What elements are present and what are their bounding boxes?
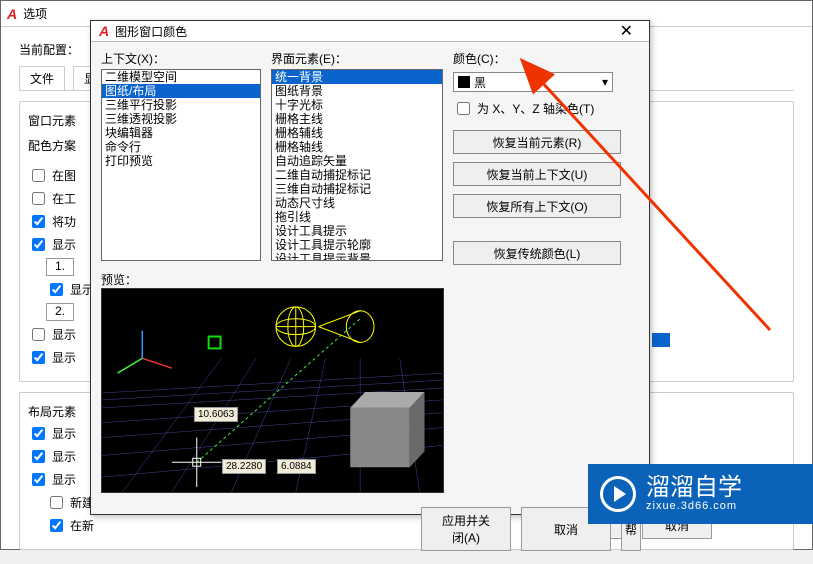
chk-l5[interactable] <box>50 519 63 532</box>
list-item[interactable]: 十字光标 <box>272 98 442 112</box>
app-logo: A <box>7 6 17 22</box>
close-icon[interactable]: ✕ <box>612 21 641 41</box>
preview-tooltip-2b: 6.0884 <box>277 459 316 474</box>
list-item[interactable]: 设计工具提示 <box>272 224 442 238</box>
restore-all-button[interactable]: 恢复所有上下文(O) <box>453 194 621 218</box>
list-item[interactable]: 三维透视投影 <box>102 112 260 126</box>
list-item[interactable]: 图纸/布局 <box>102 84 260 98</box>
restore-context-button[interactable]: 恢复当前上下文(U) <box>453 162 621 186</box>
chk-in-image[interactable] <box>32 169 45 182</box>
chk-show3[interactable] <box>32 328 45 341</box>
colors-dialog: A 图形窗口颜色 ✕ 上下文(X)： 二维模型空间图纸/布局三维平行投影三维透视… <box>90 20 650 515</box>
chk-l4[interactable] <box>50 496 63 509</box>
chk-l1[interactable] <box>32 427 45 440</box>
chk-show1-label: 显示 <box>52 236 76 253</box>
chk-l2-label: 显示 <box>52 448 76 465</box>
preview-label: 预览： <box>101 271 639 288</box>
decorative-strip <box>652 333 670 347</box>
list-item[interactable]: 命令行 <box>102 140 260 154</box>
list-item[interactable]: 统一背景 <box>272 70 442 84</box>
list-item[interactable]: 块编辑器 <box>102 126 260 140</box>
chk-show4-label: 显示 <box>52 349 76 366</box>
chk-tint-xyz[interactable] <box>457 102 470 115</box>
color-swatch <box>458 76 470 88</box>
list-item[interactable]: 打印预览 <box>102 154 260 168</box>
chevron-down-icon: ▾ <box>602 75 608 89</box>
chk-show3-label: 显示 <box>52 326 76 343</box>
tint-label: 为 X、Y、Z 轴染色(T) <box>477 100 594 117</box>
num1[interactable]: 1. <box>46 258 74 276</box>
restore-current-button[interactable]: 恢复当前元素(R) <box>453 130 621 154</box>
dialog-titlebar: A 图形窗口颜色 ✕ <box>91 21 649 42</box>
chk-l3[interactable] <box>32 473 45 486</box>
options-title: 选项 <box>23 5 47 22</box>
preview-tooltip-2a: 28.2280 <box>222 459 266 474</box>
color-value: 黑 <box>474 74 486 91</box>
chk-func[interactable] <box>32 215 45 228</box>
apply-close-button[interactable]: 应用并关闭(A) <box>421 507 511 551</box>
watermark-main: 溜溜自学 <box>646 476 742 500</box>
list-item[interactable]: 动态尺寸线 <box>272 196 442 210</box>
list-item[interactable]: 二维自动捕捉标记 <box>272 168 442 182</box>
chk-func-label: 将功 <box>52 213 76 230</box>
chk-in-tool-label: 在工 <box>52 190 76 207</box>
context-listbox[interactable]: 二维模型空间图纸/布局三维平行投影三维透视投影块编辑器命令行打印预览 <box>101 69 261 261</box>
list-item[interactable]: 三维自动捕捉标记 <box>272 182 442 196</box>
color-dropdown[interactable]: 黑 ▾ <box>453 72 613 92</box>
play-icon <box>600 476 636 512</box>
chk-show1[interactable] <box>32 238 45 251</box>
chk-l3-label: 显示 <box>52 471 76 488</box>
tab-file[interactable]: 文件 <box>19 66 65 90</box>
list-item[interactable]: 栅格轴线 <box>272 140 442 154</box>
chk-l2[interactable] <box>32 450 45 463</box>
dialog-title: 图形窗口颜色 <box>115 23 611 40</box>
watermark-sub: zixue.3d66.com <box>646 500 742 512</box>
elements-label: 界面元素(E)： <box>271 50 443 67</box>
list-item[interactable]: 自动追踪矢量 <box>272 154 442 168</box>
list-item[interactable]: 拖引线 <box>272 210 442 224</box>
color-label: 颜色(C)： <box>453 50 639 67</box>
app-logo-small: A <box>99 23 109 39</box>
dialog-footer: 应用并关闭(A) 取消 帮 <box>91 501 649 557</box>
list-item[interactable]: 三维平行投影 <box>102 98 260 112</box>
chk-in-tool[interactable] <box>32 192 45 205</box>
context-label: 上下文(X)： <box>101 50 261 67</box>
list-item[interactable]: 设计工具提示轮廓 <box>272 238 442 252</box>
preview-tooltip-1: 10.6063 <box>194 407 238 422</box>
list-item[interactable]: 设计工具提示背景 <box>272 252 442 261</box>
list-item[interactable]: 栅格辅线 <box>272 126 442 140</box>
chk-l1-label: 显示 <box>52 425 76 442</box>
chk-show2[interactable] <box>50 283 63 296</box>
restore-classic-button[interactable]: 恢复传统颜色(L) <box>453 241 621 265</box>
chk-show4[interactable] <box>32 351 45 364</box>
list-item[interactable]: 栅格主线 <box>272 112 442 126</box>
list-item[interactable]: 二维模型空间 <box>102 70 260 84</box>
preview-canvas: 10.6063 28.2280 6.0884 <box>101 288 444 493</box>
watermark: 溜溜自学 zixue.3d66.com <box>588 464 813 524</box>
chk-in-image-label: 在图 <box>52 167 76 184</box>
list-item[interactable]: 图纸背景 <box>272 84 442 98</box>
elements-listbox[interactable]: 统一背景图纸背景十字光标栅格主线栅格辅线栅格轴线自动追踪矢量二维自动捕捉标记三维… <box>271 69 443 261</box>
num2[interactable]: 2. <box>46 303 74 321</box>
